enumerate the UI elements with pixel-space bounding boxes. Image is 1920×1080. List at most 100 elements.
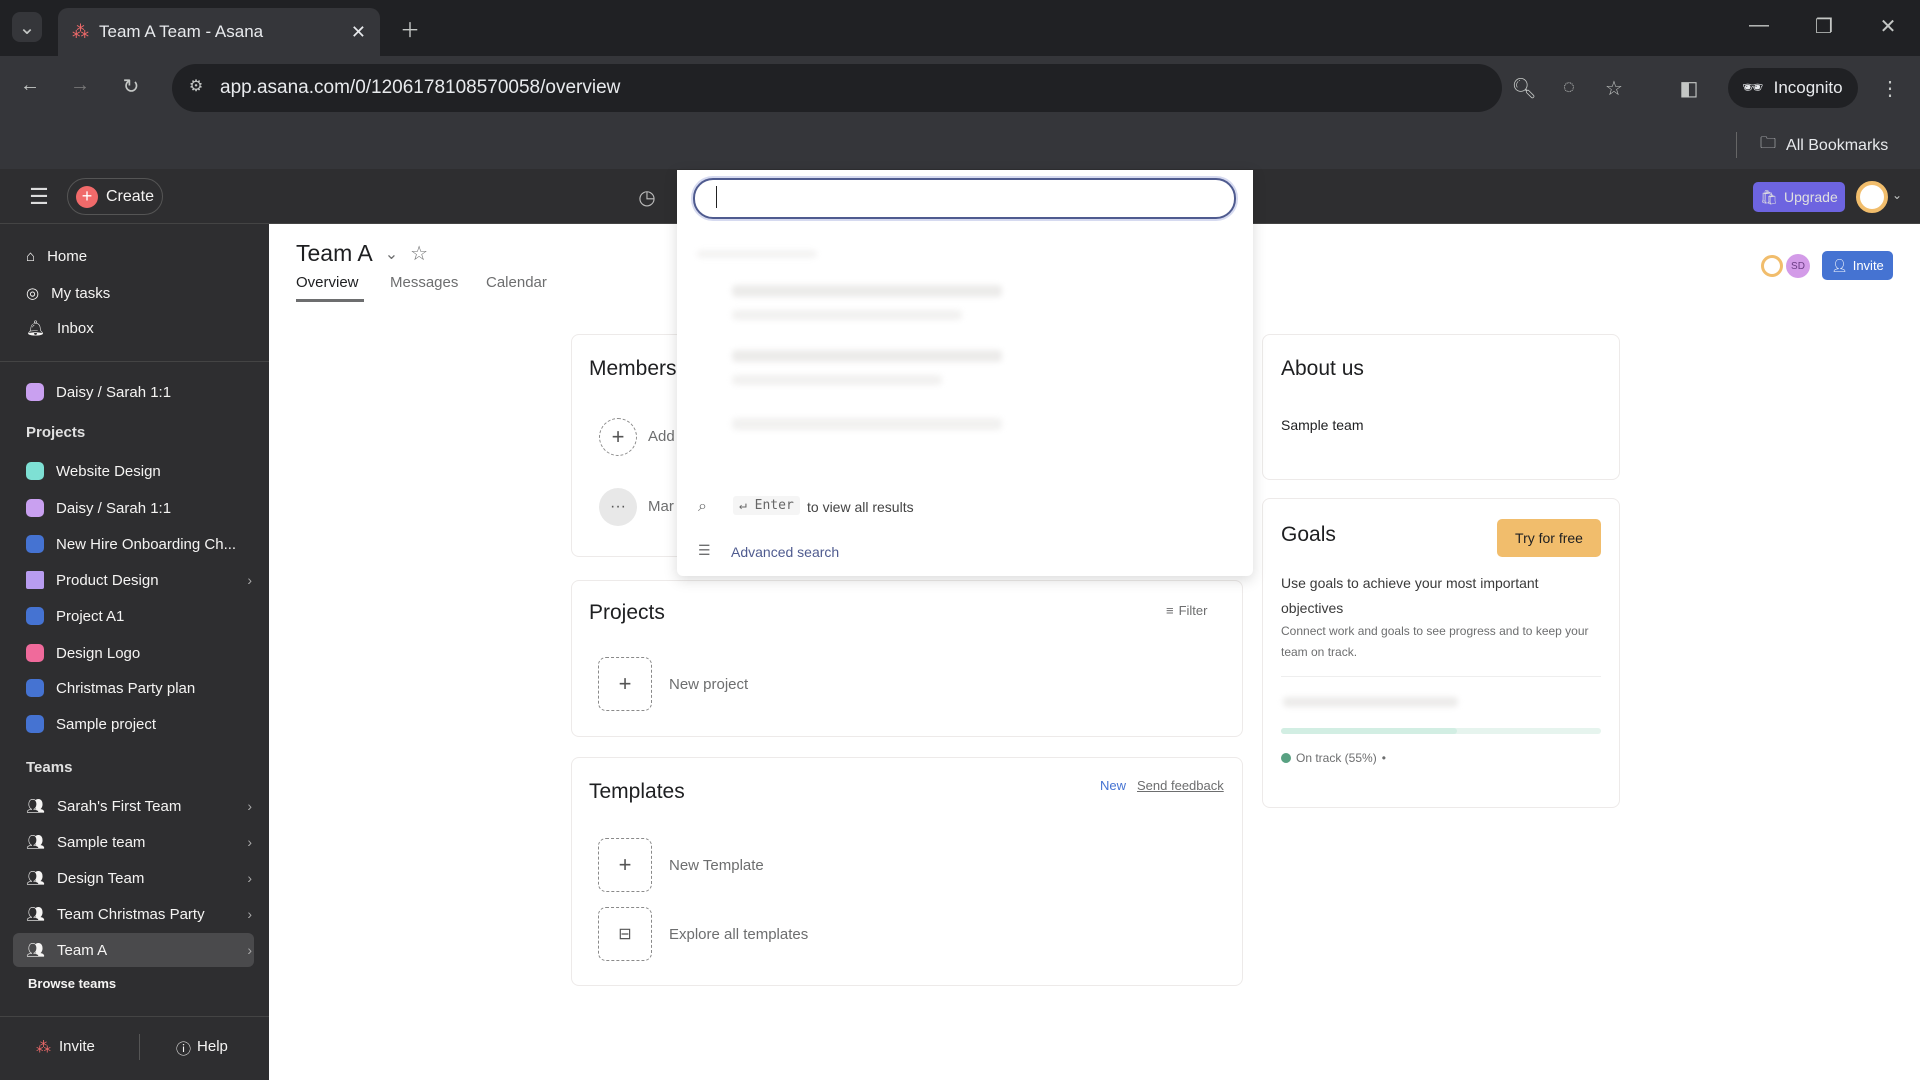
project-color-icon [26,383,44,401]
eye-off-icon[interactable]: ◌ [1557,76,1581,99]
history-clock-icon[interactable]: ◷ [634,185,660,210]
chevron-right-icon[interactable]: › [247,834,252,850]
teams-header[interactable]: Teams [26,759,72,776]
sidebar-invite-button[interactable]: ⁂ Invite [36,1038,95,1056]
sidebar-team[interactable]: 👥︎ Team Christmas Party › [26,905,252,924]
folder-icon [26,571,44,589]
sidebar-item-home[interactable]: ⌂ Home [26,248,252,265]
reload-icon[interactable]: ↻ [117,74,145,99]
try-for-free-button[interactable]: Try for free [1497,519,1601,557]
team-icon: 👥︎ [26,798,46,815]
hamburger-icon[interactable]: ☰ [26,184,52,210]
filter-icon: ☰ [698,542,711,558]
chevron-right-icon[interactable]: › [247,870,252,886]
tab-search-icon[interactable]: ⌄ [12,12,42,42]
sidebar-project[interactable]: Project A1 [26,607,252,625]
plus-icon: + [76,185,98,208]
team-icon: 👥︎ [26,942,46,959]
new-project-icon[interactable]: + [598,657,652,711]
project-color-icon [26,644,44,662]
more-members-icon[interactable]: ··· [599,488,637,526]
tab-messages[interactable]: Messages [390,274,458,291]
filter-icon: ≡ [1166,603,1174,618]
person-icon: 👤︎ [1831,257,1848,273]
send-feedback-link[interactable]: Send feedback [1137,778,1224,793]
url-bar[interactable]: ⚙ app.asana.com/0/1206178108570058/overv… [172,64,1623,112]
templates-card: Templates New Send feedback + New Templa… [571,757,1243,986]
star-icon[interactable]: ☆ [410,241,428,266]
member-avatar-sd[interactable]: SD [1786,254,1810,278]
add-member-label[interactable]: Add [648,428,675,445]
sidebar-project-folder[interactable]: Product Design › [26,571,252,589]
about-text[interactable]: Sample team [1281,417,1363,433]
incognito-badge[interactable]: 🕶︎ Incognito [1728,68,1858,108]
search-input[interactable] [693,178,1236,219]
add-member-icon[interactable]: + [599,418,637,456]
sidebar-team-active[interactable]: 👥︎ Team A › [26,941,252,960]
minimize-icon[interactable]: — [1745,14,1773,37]
site-settings-icon[interactable]: ⚙ [184,76,208,96]
enter-key-hint: ↵ Enter [733,496,800,515]
page-title: Team A ⌄ ☆ [296,240,429,266]
advanced-search-link[interactable]: Advanced search [731,544,839,560]
home-icon: ⌂ [26,248,36,265]
browser-tab[interactable]: ⁂ Team A Team - Asana ✕ [58,8,380,56]
sidebar-project[interactable]: Daisy / Sarah 1:1 [26,499,252,517]
all-bookmarks[interactable]: 🗀 All Bookmarks [1760,132,1888,159]
create-button[interactable]: + Create [67,178,163,215]
projects-header[interactable]: Projects [26,424,85,441]
tab-calendar[interactable]: Calendar [486,274,547,291]
folder-icon: 🗀 [1760,135,1777,152]
chevron-down-icon[interactable]: ⌄ [385,244,398,264]
project-color-icon [26,535,44,553]
new-badge: New [1100,778,1127,793]
close-window-icon[interactable]: ✕ [1874,14,1902,39]
back-icon[interactable]: ← [16,74,44,97]
sidebar-project[interactable]: Website Design [26,462,252,480]
bell-icon: 🔔︎ [26,320,46,337]
close-tab-icon[interactable]: ✕ [351,22,366,43]
sidebar-team[interactable]: 👥︎ Sarah's First Team › [26,797,252,816]
filter-button[interactable]: ≡ Filter [1166,603,1207,618]
member-avatar[interactable] [1761,255,1783,277]
browse-teams-link[interactable]: Browse teams [28,976,116,991]
project-color-icon [26,462,44,480]
menu-icon[interactable]: ⋮ [1878,76,1902,101]
projects-card: Projects ≡ Filter + New project [571,580,1243,737]
new-tab-icon[interactable]: ＋ [396,14,424,42]
help-button[interactable]: ⓘ Help [176,1038,228,1059]
new-template-label[interactable]: New Template [669,857,764,874]
new-project-label[interactable]: New project [669,676,748,693]
templates-title: Templates [589,780,685,803]
sidebar-project[interactable]: New Hire Onboarding Ch... [26,535,252,553]
restore-icon[interactable]: ❐ [1810,14,1838,39]
template-gallery-icon[interactable]: ⊟ [598,907,652,961]
view-all-results[interactable]: to view all results [807,499,914,515]
chevron-right-icon[interactable]: › [247,798,252,814]
sidebar-team[interactable]: 👥︎ Design Team › [26,869,252,888]
star-icon[interactable]: ☆ [1602,76,1626,101]
sidebar-project[interactable]: Sample project [26,715,252,733]
manage-members-label[interactable]: Mar [648,498,674,515]
upgrade-button[interactable]: 🛍︎ Upgrade [1753,182,1845,212]
sidebar-project[interactable]: Design Logo [26,644,252,662]
goals-headline: Use goals to achieve your most important… [1281,575,1539,616]
chevron-right-icon[interactable]: › [247,572,252,588]
sidebar-item-my-tasks[interactable]: ◎ My tasks [26,284,252,303]
chevron-down-icon[interactable]: ⌄ [1890,188,1904,202]
side-panel-icon[interactable]: ◧ [1676,76,1702,101]
sidebar-item-inbox[interactable]: 🔔︎ Inbox [26,319,252,338]
chevron-right-icon[interactable]: › [247,942,252,958]
sidebar-team[interactable]: 👥︎ Sample team › [26,833,252,852]
browser-tab-strip: ⌄ ⁂ Team A Team - Asana ✕ ＋ — ❐ ✕ [0,0,1920,56]
new-template-icon[interactable]: + [598,838,652,892]
chevron-right-icon[interactable]: › [247,906,252,922]
forward-icon[interactable]: → [66,74,94,97]
sidebar-project[interactable]: Christmas Party plan [26,679,252,697]
zoom-icon[interactable]: 🔍︎ [1511,76,1536,101]
sidebar-pinned-daisy[interactable]: Daisy / Sarah 1:1 [26,383,252,401]
invite-button[interactable]: 👤︎ Invite [1822,251,1893,280]
tab-overview[interactable]: Overview [296,274,359,291]
explore-templates-link[interactable]: Explore all templates [669,926,808,943]
user-avatar[interactable] [1856,181,1888,213]
